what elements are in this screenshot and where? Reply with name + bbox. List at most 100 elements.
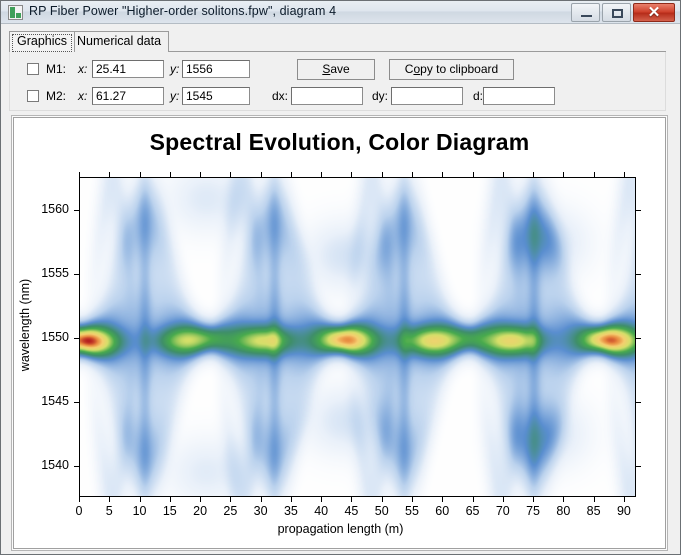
x-tick <box>593 497 595 502</box>
x-tick-label: 5 <box>105 504 113 518</box>
marker1-x-label: x: <box>78 62 88 76</box>
marker2-label: M2: <box>46 89 67 103</box>
x-tick <box>200 497 202 502</box>
x-tick-label: 45 <box>344 504 359 518</box>
x-tick-top <box>472 172 474 177</box>
x-tick-top <box>109 172 111 177</box>
maximize-icon <box>612 9 623 18</box>
x-tick <box>351 497 353 502</box>
save-button[interactable]: Save <box>297 59 375 80</box>
x-tick-top <box>442 172 444 177</box>
x-tick-label: 15 <box>162 504 177 518</box>
marker1-y-label: y: <box>170 62 180 76</box>
x-tick <box>169 497 171 502</box>
copy-to-clipboard-button[interactable]: Copy to clipboard <box>389 59 514 80</box>
x-tick <box>79 497 80 502</box>
minimize-icon <box>581 15 592 17</box>
marker2-checkbox[interactable] <box>27 90 39 102</box>
window-title: RP Fiber Power "Higher-order solitons.fp… <box>29 4 337 18</box>
tab-graphics[interactable]: Graphics <box>9 31 76 52</box>
x-tick-top <box>381 172 383 177</box>
x-tick <box>290 497 292 502</box>
x-tick-label: 85 <box>586 504 601 518</box>
y-tick <box>74 402 79 404</box>
x-tick <box>533 497 535 502</box>
app-icon <box>8 5 23 20</box>
x-tick <box>563 497 565 502</box>
marker1-checkbox[interactable] <box>27 63 39 75</box>
marker1-row: M1: x: y: Save Copy to clipboard <box>10 58 665 82</box>
y-tick-label: 1540 <box>41 458 69 473</box>
x-tick-top <box>79 172 80 177</box>
x-tick-label: 60 <box>435 504 450 518</box>
x-tick-label: 30 <box>253 504 268 518</box>
x-tick-top <box>321 172 323 177</box>
tab-numerical-data[interactable]: Numerical data <box>69 31 170 52</box>
x-tick <box>502 497 504 502</box>
x-tick-label: 10 <box>132 504 147 518</box>
x-tick-top <box>351 172 353 177</box>
x-tick-top <box>139 172 141 177</box>
dx-input[interactable] <box>291 87 363 105</box>
close-button[interactable]: ✕ <box>633 3 675 22</box>
x-tick-top <box>290 172 292 177</box>
x-tick-label: 80 <box>556 504 571 518</box>
y-tick <box>74 466 79 468</box>
y-tick-right <box>636 210 641 212</box>
marker1-x-input[interactable] <box>92 60 164 78</box>
marker2-y-input[interactable] <box>182 87 250 105</box>
x-tick <box>139 497 141 502</box>
x-tick <box>260 497 262 502</box>
maximize-button[interactable] <box>602 3 631 22</box>
y-tick <box>74 210 79 212</box>
minimize-button[interactable] <box>571 3 600 22</box>
marker1-y-input[interactable] <box>182 60 250 78</box>
x-tick <box>472 497 474 502</box>
save-button-label-rest: ave <box>330 62 350 76</box>
x-tick-top <box>563 172 565 177</box>
y-tick <box>74 338 79 340</box>
dy-label: dy: <box>372 89 389 103</box>
x-tick-top <box>260 172 262 177</box>
x-axis-label: propagation length (m) <box>277 522 404 536</box>
x-tick <box>411 497 413 502</box>
tab-focus-ring <box>12 34 73 52</box>
marker2-x-label: x: <box>78 89 88 103</box>
copy-button-label-rest: py to clipboard <box>420 62 499 76</box>
x-tick-top <box>169 172 171 177</box>
x-tick-top <box>593 172 595 177</box>
heatmap-canvas[interactable] <box>80 178 635 496</box>
plot-area[interactable] <box>79 177 636 497</box>
x-tick-label: 75 <box>526 504 541 518</box>
dy-input[interactable] <box>391 87 463 105</box>
close-icon: ✕ <box>647 4 661 21</box>
x-tick-top <box>533 172 535 177</box>
tab-numerical-data-label: Numerical data <box>77 34 162 48</box>
marker2-row: M2: x: y: dx: dy: d: <box>10 85 665 109</box>
y-tick <box>74 274 79 276</box>
x-tick-label: 0 <box>75 504 83 518</box>
x-tick-label: 25 <box>223 504 238 518</box>
x-tick <box>230 497 232 502</box>
marker2-x-input[interactable] <box>92 87 164 105</box>
y-tick-right <box>636 274 641 276</box>
marker1-label: M1: <box>46 62 67 76</box>
y-axis-label: wavelength (nm) <box>18 278 32 372</box>
x-tick <box>442 497 444 502</box>
x-tick <box>109 497 111 502</box>
y-tick-right <box>636 338 641 340</box>
x-tick-label: 40 <box>314 504 329 518</box>
x-tick <box>381 497 383 502</box>
x-tick <box>321 497 323 502</box>
marker2-y-label: y: <box>170 89 180 103</box>
x-tick-label: 20 <box>193 504 208 518</box>
marker-control-panel: M1: x: y: Save Copy to clipboard M2: x: … <box>9 52 666 111</box>
x-tick-top <box>200 172 202 177</box>
x-tick-label: 65 <box>465 504 480 518</box>
x-tick-label: 90 <box>616 504 631 518</box>
x-tick-label: 55 <box>405 504 419 518</box>
x-tick-top <box>411 172 413 177</box>
d-input[interactable] <box>483 87 555 105</box>
x-tick-label: 35 <box>283 504 298 518</box>
chart-title: Spectral Evolution, Color Diagram <box>149 129 530 155</box>
